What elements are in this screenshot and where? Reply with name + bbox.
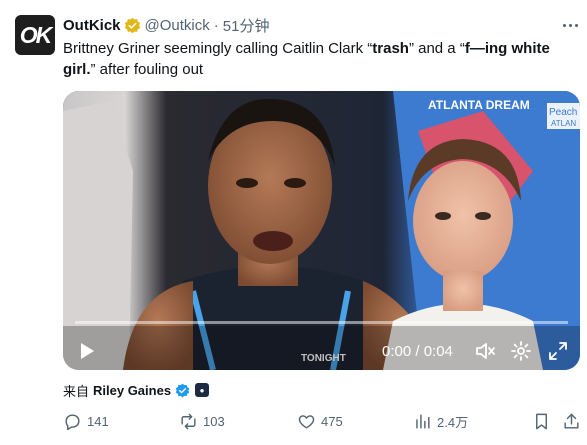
sign-top-text: ATLANTA DREAM [428,98,530,112]
bookmark-button[interactable] [532,410,551,432]
header-separator: · [213,16,219,34]
like-count: 475 [321,413,343,429]
reply-button[interactable]: 141 [63,410,109,432]
sign-right-1: Peach [549,107,577,118]
via-label: 来自 [63,383,90,399]
share-icon [564,413,579,429]
repost-count: 103 [203,413,225,429]
tweet-text-part-3: ” after fouling out [90,61,204,78]
settings-icon[interactable] [510,340,532,362]
video-player[interactable]: ATLANTA DREAM Peach ATLAN TONIGHT 0:00 /… [63,91,580,370]
like-button[interactable]: 475 [297,410,343,432]
tweet-text-part-2: ” and a “ [408,40,465,57]
video-frame: ATLANTA DREAM Peach ATLAN TONIGHT [63,91,580,370]
tweet-text-part-1: Brittney Griner seemingly calling Caitli… [63,40,373,57]
tweet-timestamp[interactable]: 51分钟 [223,15,270,36]
verified-badge-icon [175,383,190,397]
author-avatar[interactable]: OK [15,15,55,55]
play-icon[interactable] [77,341,97,361]
quoted-source[interactable]: 来自 Riley Gaines ● [63,381,210,399]
more-icon[interactable] [559,16,581,34]
avatar-logo: OK [19,21,52,48]
reply-icon [65,413,80,430]
repost-icon [181,413,196,429]
author-name[interactable]: OutKick [63,17,121,34]
share-button[interactable] [562,410,581,432]
via-name[interactable]: Riley Gaines [93,383,171,398]
reply-count: 141 [87,413,109,429]
verified-badge-icon [124,17,140,33]
fullscreen-icon[interactable] [547,340,569,362]
tweet[interactable]: OK OutKick @Outkick · 51分钟 Brittney Grin… [0,0,587,445]
views-button[interactable]: 2.4万 [413,410,468,432]
tweet-header: OutKick @Outkick · 51分钟 [63,14,269,36]
tweet-text-bold-1: trash [372,40,409,57]
video-progress-track[interactable] [75,321,568,324]
tweet-text: Brittney Griner seemingly calling Caitli… [63,38,573,80]
views-count: 2.4万 [437,414,469,430]
video-time: 0:00 / 0:04 [382,343,453,360]
tweet-actions: 141 103 475 2.4万 [63,410,583,432]
author-handle[interactable]: @Outkick [145,17,210,34]
like-icon [298,414,315,429]
affiliation-badge-icon: ● [195,383,210,397]
repost-button[interactable]: 103 [179,410,225,432]
sign-right-2: ATLAN [551,119,576,128]
views-icon [416,413,430,429]
mute-icon[interactable] [474,340,496,362]
bookmark-icon [536,413,547,429]
